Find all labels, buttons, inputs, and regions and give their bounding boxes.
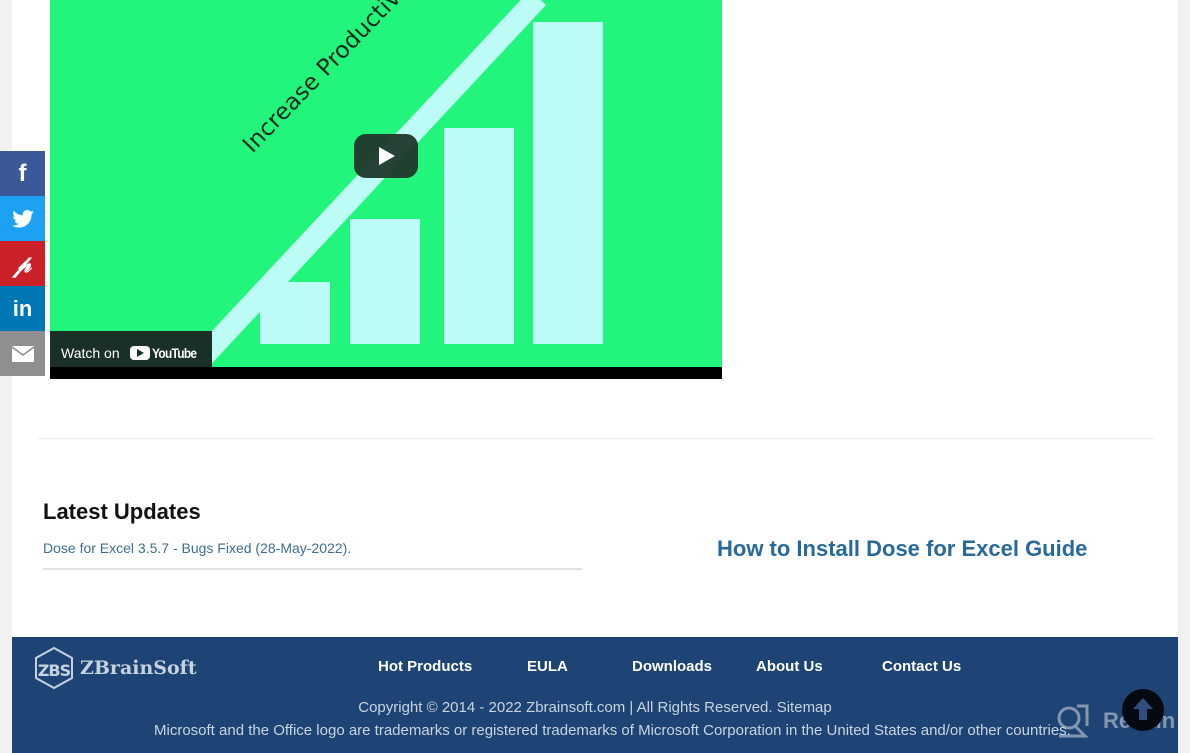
- right-gutter: [1178, 0, 1190, 753]
- social-share-bar: f 𝓅 in: [0, 151, 45, 376]
- zbs-logo-icon: ZBS: [35, 647, 73, 689]
- footer-nav-about-us[interactable]: About Us: [756, 658, 823, 675]
- trademark-notice: Microsoft and the Office logo are tradem…: [154, 722, 1071, 739]
- video-bar-4: [533, 22, 603, 344]
- linkedin-icon: in: [12, 295, 33, 321]
- twitter-icon: [11, 209, 34, 228]
- youtube-wordmark: YouTube: [151, 345, 197, 361]
- youtube-video-embed[interactable]: Increase Productivity Watch on YouTube: [50, 0, 722, 379]
- pinterest-icon: 𝓅: [13, 249, 32, 278]
- facebook-icon: f: [18, 159, 27, 187]
- latest-updates-underline: [43, 568, 582, 570]
- envelope-icon: [11, 345, 34, 362]
- brand-name: ZBrainSoft: [80, 657, 197, 679]
- scroll-to-top-button[interactable]: [1122, 689, 1164, 731]
- footer: ZBS ZBrainSoft Hot Products EULA Downloa…: [12, 637, 1178, 753]
- latest-update-link[interactable]: Dose for Excel 3.5.7 - Bugs Fixed (28-Ma…: [43, 540, 351, 556]
- share-pinterest-button[interactable]: 𝓅: [0, 241, 45, 286]
- youtube-play-icon: [129, 346, 150, 360]
- youtube-logo: YouTube: [129, 345, 204, 361]
- watch-on-label: Watch on: [61, 345, 120, 361]
- arrow-up-icon: [1133, 698, 1153, 720]
- copyright-text: Copyright © 2014 - 2022 Zbrainsoft.com |…: [358, 699, 773, 716]
- video-bar-1: [260, 282, 330, 344]
- footer-nav-contact-us[interactable]: Contact Us: [882, 658, 961, 675]
- share-facebook-button[interactable]: f: [0, 151, 45, 196]
- play-button[interactable]: [354, 134, 418, 178]
- revain-logo-icon: [1057, 704, 1089, 738]
- footer-nav-eula[interactable]: EULA: [527, 658, 568, 675]
- footer-nav-downloads[interactable]: Downloads: [632, 658, 712, 675]
- svg-text:ZBS: ZBS: [38, 661, 71, 680]
- share-email-button[interactable]: [0, 331, 45, 376]
- share-linkedin-button[interactable]: in: [0, 286, 45, 331]
- video-bar-2: [350, 219, 420, 344]
- copyright-line: Copyright © 2014 - 2022 Zbrainsoft.com |…: [12, 699, 1178, 716]
- footer-logo[interactable]: ZBS ZBrainSoft: [34, 647, 197, 689]
- latest-updates-heading: Latest Updates: [43, 499, 201, 524]
- video-bar-3: [444, 128, 514, 344]
- footer-nav-hot-products[interactable]: Hot Products: [378, 658, 472, 675]
- install-guide-link[interactable]: How to Install Dose for Excel Guide: [717, 536, 1087, 562]
- share-twitter-button[interactable]: [0, 196, 45, 241]
- section-divider: [38, 438, 1154, 439]
- sitemap-link[interactable]: Sitemap: [777, 699, 832, 716]
- video-bottom-bar: [50, 367, 722, 379]
